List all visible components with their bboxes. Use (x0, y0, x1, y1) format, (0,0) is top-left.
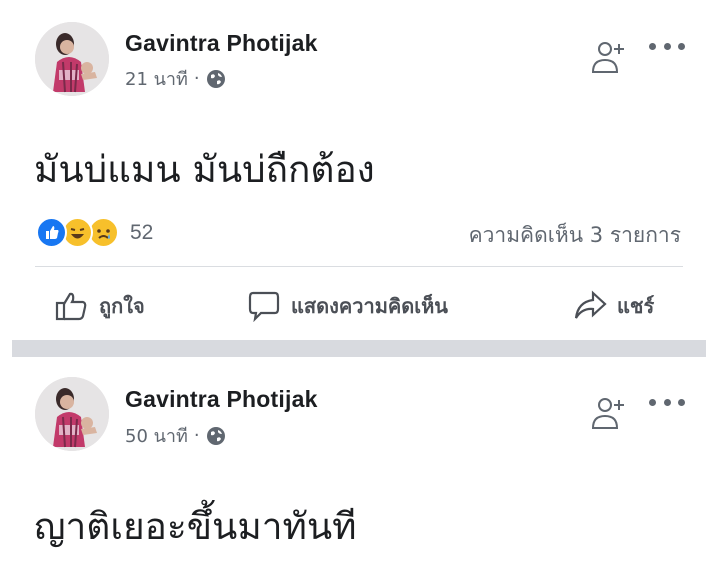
like-label: ถูกใจ (99, 294, 145, 318)
post-actions: ถูกใจ แสดงความคิดเห็น แชร์ (0, 282, 723, 330)
comment-icon (248, 291, 280, 322)
post-text: มันบ่แมน มันบ่ถืกต้อง (34, 148, 375, 191)
share-icon (574, 290, 607, 319)
like-reaction-icon (36, 217, 67, 248)
divider (35, 266, 683, 267)
comment-button[interactable]: แสดงความคิดเห็น (247, 290, 448, 322)
more-options-icon[interactable] (649, 396, 685, 408)
feed-post: Gavintra Photijak 21 นาที · มันบ่แมน มัน… (0, 0, 723, 340)
add-friend-icon[interactable] (589, 394, 629, 434)
author-avatar[interactable] (35, 377, 109, 451)
comment-label: แสดงความคิดเห็น (291, 294, 448, 318)
feed-post: Gavintra Photijak 50 นาที · ญาติเยอะขึ้น… (0, 357, 723, 565)
post-meta: 21 นาที · (125, 64, 226, 93)
post-time[interactable]: 21 นาที (125, 64, 188, 93)
post-meta: 50 นาที · (125, 421, 226, 450)
reaction-summary[interactable]: 52 (36, 217, 153, 248)
share-button[interactable]: แชร์ (573, 290, 654, 322)
meta-separator: · (193, 68, 200, 89)
share-label: แชร์ (617, 294, 655, 318)
post-text: ญาติเยอะขึ้นมาทันที (34, 505, 357, 548)
thumbs-up-icon (55, 292, 87, 321)
globe-icon[interactable] (206, 69, 226, 89)
more-options-icon[interactable] (649, 40, 685, 52)
post-time[interactable]: 50 นาที (125, 421, 188, 450)
reaction-count[interactable]: 52 (130, 221, 153, 245)
feed-separator (12, 340, 706, 357)
globe-icon[interactable] (206, 426, 226, 446)
author-avatar[interactable] (35, 22, 109, 96)
like-button[interactable]: ถูกใจ (55, 290, 145, 322)
author-name[interactable]: Gavintra Photijak (125, 30, 318, 57)
author-name[interactable]: Gavintra Photijak (125, 386, 318, 413)
add-friend-icon[interactable] (589, 38, 629, 78)
comment-count[interactable]: ความคิดเห็น 3 รายการ (469, 219, 681, 252)
meta-separator: · (193, 425, 200, 446)
